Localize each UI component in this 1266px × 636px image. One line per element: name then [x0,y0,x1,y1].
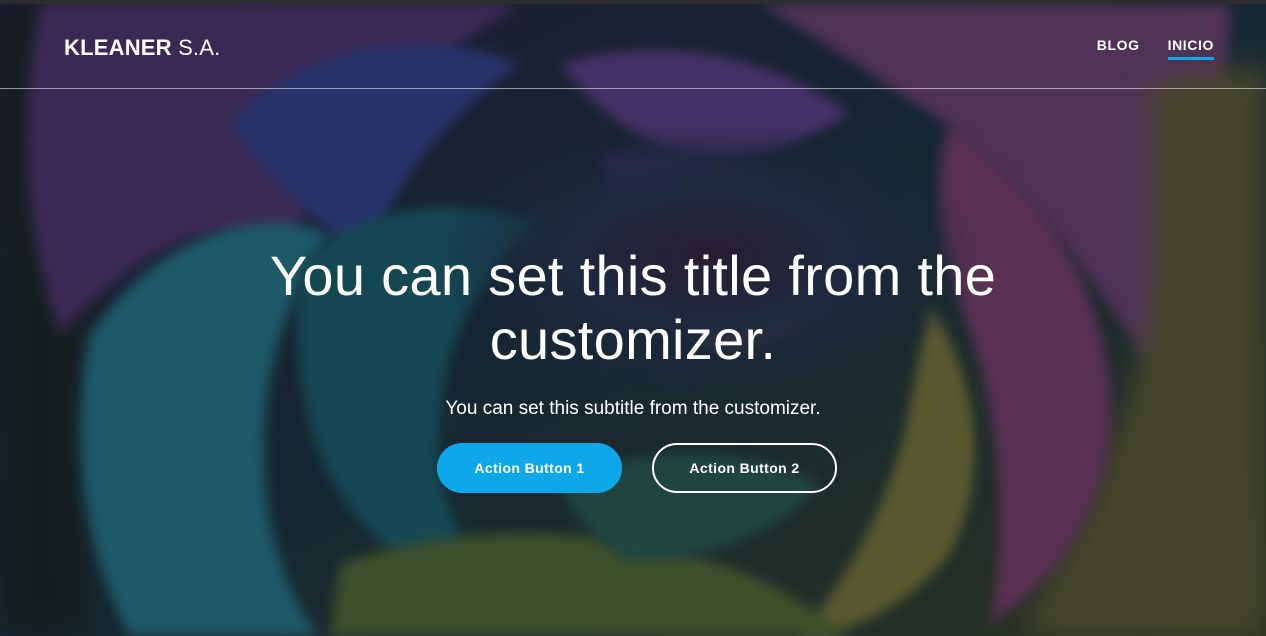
site-logo[interactable]: KLEANER S.A. [64,34,220,62]
brand-name-bold: KLEANER [64,35,172,60]
hero-title: You can set this title from the customiz… [269,244,997,371]
nav-item-inicio[interactable]: INICIO [1167,37,1214,60]
nav-item-blog[interactable]: BLOG [1097,37,1140,60]
action-button-1[interactable]: Action Button 1 [437,443,622,493]
main-nav: BLOG INICIO [1097,37,1214,60]
top-bar [0,0,1266,4]
hero-subtitle: You can set this subtitle from the custo… [445,398,821,419]
action-button-2[interactable]: Action Button 2 [652,443,837,493]
site-header: KLEANER S.A. BLOG INICIO [0,4,1266,89]
hero-content: You can set this title from the customiz… [0,244,1266,493]
brand-name-light: S.A. [178,35,221,60]
hero-actions: Action Button 1 Action Button 2 [0,443,1266,493]
